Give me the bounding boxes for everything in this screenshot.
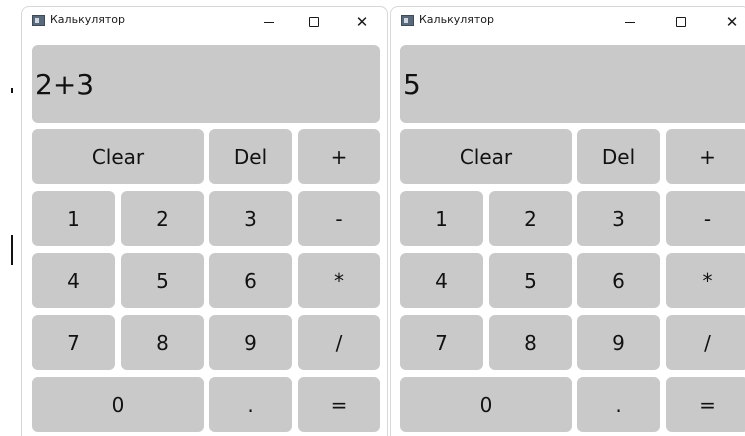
divide-button[interactable]: / (298, 315, 380, 370)
calculator-display: 5 (400, 45, 745, 123)
digit-0-button[interactable]: 0 (400, 377, 572, 432)
window-title: Калькулятор (50, 13, 125, 26)
app-icon (401, 15, 414, 26)
digit-9-button[interactable]: 9 (209, 315, 292, 370)
decimal-point-button[interactable]: . (209, 377, 292, 432)
equals-button[interactable]: = (666, 377, 745, 432)
close-button[interactable]: ✕ (712, 7, 745, 37)
digit-2-button[interactable]: 2 (121, 191, 204, 246)
minimize-button[interactable] (249, 7, 289, 37)
close-icon: ✕ (725, 12, 739, 31)
digit-8-button[interactable]: 8 (121, 315, 204, 370)
title-bar[interactable]: Калькулятор ✕ (391, 7, 745, 37)
equals-button[interactable]: = (298, 377, 380, 432)
digit-4-button[interactable]: 4 (32, 253, 115, 308)
multiply-button[interactable]: * (298, 253, 380, 308)
digit-5-button[interactable]: 5 (489, 253, 572, 308)
minimize-icon (264, 21, 274, 23)
minus-button[interactable]: - (298, 191, 380, 246)
calculator-window-1: Калькулятор ✕ 2+3 Clear Del + 1 2 3 - 4 … (21, 6, 388, 436)
maximize-button[interactable] (294, 7, 334, 37)
maximize-icon (676, 17, 686, 27)
plus-button[interactable]: + (666, 129, 745, 184)
close-icon: ✕ (355, 12, 369, 31)
title-bar[interactable]: Калькулятор ✕ (22, 7, 387, 37)
maximize-button[interactable] (661, 7, 701, 37)
clear-button[interactable]: Clear (400, 129, 572, 184)
digit-5-button[interactable]: 5 (121, 253, 204, 308)
desktop: Калькулятор ✕ 2+3 Clear Del + 1 2 3 - 4 … (0, 0, 745, 436)
delete-button[interactable]: Del (209, 129, 292, 184)
minus-button[interactable]: - (666, 191, 745, 246)
digit-3-button[interactable]: 3 (577, 191, 660, 246)
decimal-point-button[interactable]: . (577, 377, 660, 432)
digit-1-button[interactable]: 1 (400, 191, 483, 246)
digit-6-button[interactable]: 6 (577, 253, 660, 308)
minimize-icon (625, 21, 635, 23)
digit-7-button[interactable]: 7 (400, 315, 483, 370)
multiply-button[interactable]: * (666, 253, 745, 308)
digit-4-button[interactable]: 4 (400, 253, 483, 308)
digit-6-button[interactable]: 6 (209, 253, 292, 308)
background-artifact (11, 88, 13, 93)
delete-button[interactable]: Del (577, 129, 660, 184)
minimize-button[interactable] (610, 7, 650, 37)
plus-button[interactable]: + (298, 129, 380, 184)
digit-2-button[interactable]: 2 (489, 191, 572, 246)
digit-1-button[interactable]: 1 (32, 191, 115, 246)
digit-8-button[interactable]: 8 (489, 315, 572, 370)
digit-7-button[interactable]: 7 (32, 315, 115, 370)
digit-9-button[interactable]: 9 (577, 315, 660, 370)
maximize-icon (309, 17, 319, 27)
app-icon (32, 15, 45, 26)
divide-button[interactable]: / (666, 315, 745, 370)
close-button[interactable]: ✕ (342, 7, 382, 37)
digit-3-button[interactable]: 3 (209, 191, 292, 246)
calculator-window-2: Калькулятор ✕ 5 Clear Del + 1 2 3 - 4 5 … (390, 6, 745, 436)
calculator-display: 2+3 (32, 45, 380, 123)
window-title: Калькулятор (419, 13, 494, 26)
background-artifact (11, 235, 13, 265)
clear-button[interactable]: Clear (32, 129, 204, 184)
digit-0-button[interactable]: 0 (32, 377, 204, 432)
